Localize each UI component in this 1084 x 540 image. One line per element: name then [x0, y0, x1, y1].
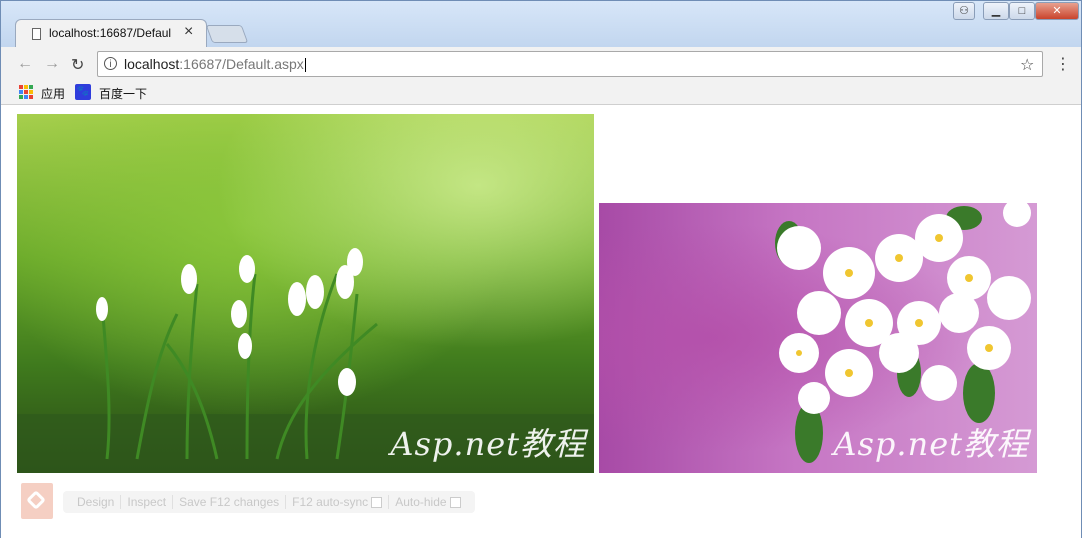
- page-icon: [32, 28, 41, 40]
- apps-grid-dot: [29, 90, 33, 94]
- apps-grid-dot: [24, 95, 28, 99]
- auto-hide-checkbox[interactable]: [449, 496, 461, 508]
- apps-grid-dot: [24, 85, 28, 89]
- bookmark-star-icon[interactable]: ☆: [1020, 55, 1034, 75]
- user-profile-button[interactable]: ⚇: [953, 2, 975, 20]
- f12-auto-sync-label: F12 auto-sync: [292, 495, 369, 509]
- reload-icon[interactable]: ↻: [71, 55, 84, 75]
- maximize-button[interactable]: □: [1009, 2, 1035, 20]
- watermark-text: Asp.net教程: [390, 425, 586, 463]
- apps-grid-dot: [24, 90, 28, 94]
- visual-studio-logo-icon[interactable]: [21, 483, 53, 519]
- url-path: :16687/Default.aspx: [179, 56, 304, 72]
- url-text[interactable]: localhost:16687/Default.aspx: [124, 56, 306, 73]
- address-bar[interactable]: i localhost:16687/Default.aspx ☆: [97, 51, 1043, 77]
- close-window-button[interactable]: ✕: [1035, 2, 1079, 20]
- close-tab-icon[interactable]: ×: [184, 23, 193, 41]
- browser-toolbar: ← → ↻ i localhost:16687/Default.aspx ☆ ⋮: [1, 47, 1081, 81]
- f12-auto-sync-toggle[interactable]: F12 auto-sync: [286, 495, 390, 509]
- auto-hide-label: Auto-hide: [395, 495, 447, 509]
- f12-auto-sync-checkbox[interactable]: [371, 496, 383, 508]
- apps-grid-dot: [19, 95, 23, 99]
- auto-hide-toggle[interactable]: Auto-hide: [389, 495, 466, 509]
- apple-blossom-image: Asp.net教程: [599, 203, 1037, 473]
- browser-link-toolbar: Design Inspect Save F12 changes F12 auto…: [63, 491, 475, 513]
- forward-arrow-icon[interactable]: →: [44, 55, 60, 73]
- back-arrow-icon[interactable]: ←: [17, 55, 33, 73]
- browser-window: localhost:16687/Defaul × ⚇ ▁ □ ✕ ← → ↻ i…: [0, 0, 1082, 539]
- tab-default-aspx[interactable]: localhost:16687/Defaul ×: [15, 19, 207, 47]
- watermark-text: Asp.net教程: [833, 425, 1029, 463]
- snowdrop-flowers-image: Asp.net教程: [17, 114, 594, 473]
- apps-grid-dot: [19, 90, 23, 94]
- title-bar: localhost:16687/Defaul × ⚇ ▁ □ ✕: [1, 1, 1081, 47]
- bookmark-baidu[interactable]: 百度一下: [99, 85, 147, 102]
- url-host: localhost: [124, 56, 180, 72]
- apps-grid-icon[interactable]: [19, 85, 33, 99]
- save-f12-changes-button[interactable]: Save F12 changes: [173, 495, 287, 509]
- site-info-icon[interactable]: i: [104, 57, 117, 70]
- new-tab-button[interactable]: [205, 25, 249, 43]
- apps-grid-dot: [29, 85, 33, 89]
- page-content: Asp.net教程 Asp.net教程 Design Inspect Save …: [1, 105, 1081, 539]
- tab-title: localhost:16687/Defaul: [49, 26, 172, 40]
- bookmark-apps[interactable]: 应用: [41, 85, 65, 102]
- baidu-paw-icon[interactable]: 🐾: [75, 84, 91, 100]
- browser-menu-icon[interactable]: ⋮: [1055, 54, 1071, 74]
- apps-grid-dot: [29, 95, 33, 99]
- minimize-button[interactable]: ▁: [983, 2, 1009, 20]
- bookmarks-bar: 应用 🐾 百度一下: [1, 81, 1081, 105]
- design-button[interactable]: Design: [71, 495, 122, 509]
- inspect-button[interactable]: Inspect: [121, 495, 174, 509]
- apps-grid-dot: [19, 85, 23, 89]
- text-caret: [304, 58, 306, 73]
